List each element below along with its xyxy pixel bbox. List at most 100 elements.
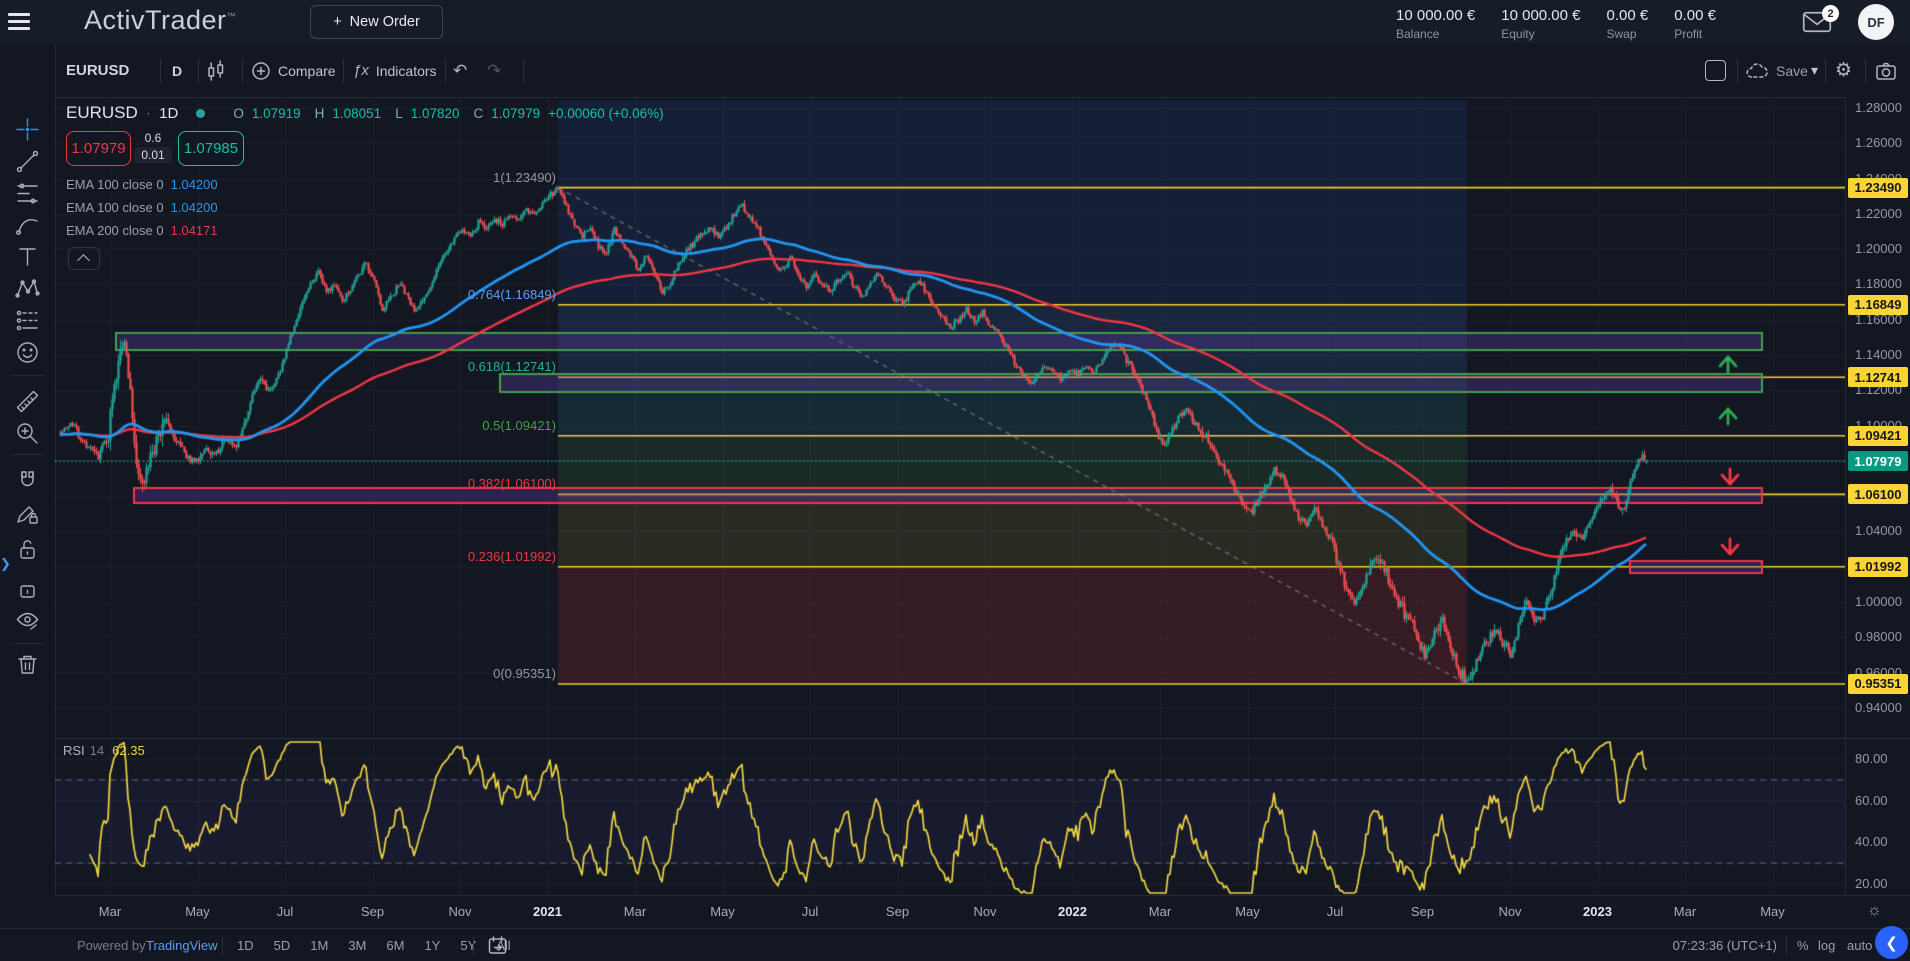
remove-drawings-tool[interactable]	[14, 651, 41, 678]
redo-button[interactable]: ↷	[487, 44, 501, 97]
undo-button[interactable]: ↶	[453, 44, 467, 97]
auto-scale-button[interactable]: auto	[1847, 929, 1872, 961]
tradingview-link[interactable]: TradingView	[146, 929, 218, 961]
mail-badge: 2	[1822, 5, 1839, 22]
compare-button[interactable]: Compare	[251, 44, 336, 97]
forecast-tool[interactable]	[14, 307, 41, 334]
profit-summary: 0.00 € Profit	[1674, 7, 1716, 41]
text-tool[interactable]	[14, 243, 41, 270]
range-button-3m[interactable]: 3M	[341, 936, 373, 955]
profit-value: 0.00 €	[1674, 7, 1716, 24]
rsi-name: RSI	[63, 743, 85, 758]
save-button[interactable]: Save	[1745, 44, 1808, 97]
fib-level-label-0[interactable]: 0(0.95351)	[493, 666, 556, 681]
magnet-tool[interactable]	[14, 468, 41, 495]
hide-drawings-tool[interactable]	[14, 607, 41, 634]
range-button-6m[interactable]: 6M	[379, 936, 411, 955]
equity-value: 10 000.00 €	[1501, 7, 1580, 24]
fib-level-label-0.618[interactable]: 0.618(1.12741)	[468, 359, 556, 374]
trend-line-tool[interactable]	[14, 148, 41, 175]
fib-level-label-0.382[interactable]: 0.382(1.06100)	[468, 476, 556, 491]
emoji-tool[interactable]	[14, 339, 41, 366]
price-tick: 0.94000	[1855, 700, 1902, 715]
interval-button[interactable]: D	[172, 44, 182, 97]
market-status-dot[interactable]	[196, 109, 205, 118]
indicator-name: EMA	[66, 223, 93, 238]
calendar-icon	[487, 935, 508, 956]
panel-expand-arrow[interactable]: ❮	[0, 556, 11, 572]
crosshair-tool[interactable]	[14, 116, 41, 143]
legend-symbol[interactable]: EURUSD	[66, 103, 138, 123]
time-label: Sep	[886, 904, 909, 919]
current-price-label: 1.07979	[1848, 451, 1908, 471]
buy-ask-button[interactable]: 1.07985	[178, 131, 244, 166]
sell-bid-button[interactable]: 1.07979	[66, 131, 131, 166]
range-button-1d[interactable]: 1D	[230, 936, 261, 955]
xabcd-pattern-tool[interactable]	[14, 275, 41, 302]
go-to-date-button[interactable]	[487, 929, 508, 961]
fib-level-label-1[interactable]: 1(1.23490)	[493, 170, 556, 185]
indicator-row-0[interactable]: EMA 100 close 01.04200	[66, 177, 218, 200]
range-button-1y[interactable]: 1Y	[417, 936, 447, 955]
chart-type-button[interactable]	[206, 44, 226, 97]
chart-toolbar: EURUSD D Compare ƒx Indicators ↶ ↷	[55, 44, 1910, 98]
screenshot-button[interactable]	[1875, 44, 1897, 97]
percent-scale-button[interactable]: %	[1797, 929, 1809, 961]
plus-circle-icon	[251, 61, 271, 81]
legend-collapse-button[interactable]	[68, 247, 100, 270]
cloud-icon	[1745, 61, 1769, 81]
fib-retracement-tool[interactable]	[14, 180, 41, 207]
range-button-5d[interactable]: 5D	[267, 936, 298, 955]
indicator-params: 100 close 0	[97, 177, 164, 192]
hamburger-menu-icon[interactable]	[8, 13, 30, 31]
new-order-button[interactable]: + New Order	[310, 5, 443, 39]
unlock-tool[interactable]	[14, 536, 41, 563]
indicator-name: EMA	[66, 177, 93, 192]
measure-ruler-tool[interactable]	[14, 388, 41, 415]
fib-level-label-0.236[interactable]: 0.236(1.01992)	[468, 549, 556, 564]
price-tick: 1.26000	[1855, 135, 1902, 150]
time-label: Mar	[624, 904, 646, 919]
symbol-button[interactable]: EURUSD	[66, 44, 129, 97]
brush-tool[interactable]	[14, 213, 41, 240]
zoom-in-tool[interactable]	[14, 420, 41, 447]
time-label: Sep	[1411, 904, 1434, 919]
avatar[interactable]: DF	[1858, 4, 1894, 40]
indicator-row-2[interactable]: EMA 200 close 01.04171	[66, 223, 218, 246]
indicator-name: EMA	[66, 200, 93, 215]
indicator-row-1[interactable]: EMA 100 close 01.04200	[66, 200, 218, 223]
range-button-5y[interactable]: 5Y	[453, 936, 483, 955]
high-label: H	[315, 106, 325, 121]
axis-settings-icon[interactable]: ☼	[1867, 902, 1882, 920]
legend-interval: 1D	[159, 105, 178, 122]
pane-divider[interactable]	[55, 738, 1910, 739]
high-value: 1.08051	[332, 106, 381, 121]
indicator-params: 100 close 0	[97, 200, 164, 215]
server-clock[interactable]: 07:23:36 (UTC+1)	[1655, 929, 1777, 961]
layout-button[interactable]	[1705, 44, 1726, 97]
settings-gear-icon[interactable]: ⚙	[1835, 44, 1852, 97]
save-label: Save	[1776, 63, 1808, 79]
time-label: 2021	[533, 904, 562, 919]
range-button-1m[interactable]: 1M	[303, 936, 335, 955]
mail-button[interactable]: 2	[1802, 10, 1836, 36]
price-scale[interactable]: 1.280001.260001.240001.220001.200001.180…	[1845, 97, 1910, 895]
collapse-panel-button[interactable]: ❮	[1875, 926, 1908, 959]
account-summary: 10 000.00 €Balance10 000.00 €Equity0.00 …	[1396, 7, 1716, 41]
fib-level-label-0.764[interactable]: 0.764(1.16849)	[468, 287, 556, 302]
price-tick: 1.22000	[1855, 206, 1902, 221]
time-label: Jul	[802, 904, 819, 919]
price-tick: 1.20000	[1855, 241, 1902, 256]
balance-label: Balance	[1396, 27, 1475, 41]
fib-level-label-0.5[interactable]: 0.5(1.09421)	[482, 418, 556, 433]
price-chart-canvas[interactable]	[55, 97, 1845, 895]
indicators-button[interactable]: ƒx Indicators	[353, 44, 437, 97]
log-scale-button[interactable]: log	[1818, 929, 1835, 961]
lock-all-tool[interactable]	[14, 577, 41, 604]
drawing-mode-tool[interactable]	[14, 501, 41, 528]
spread-info: 0.6 0.01	[134, 131, 172, 163]
profit-label: Profit	[1674, 27, 1716, 41]
save-caret-icon[interactable]: ▾	[1811, 44, 1818, 97]
legend-separator: ·	[146, 105, 151, 123]
time-axis[interactable]: ☼ MarMayJulSepNov2021MarMayJulSepNov2022…	[55, 895, 1910, 929]
